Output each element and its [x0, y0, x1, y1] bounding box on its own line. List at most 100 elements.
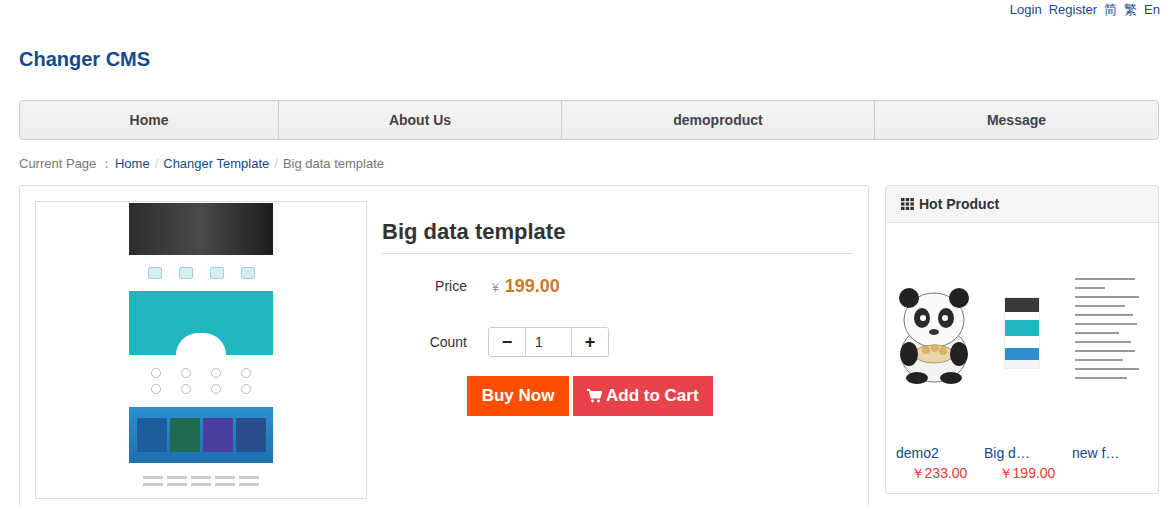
- hot-product-header: Hot Product: [886, 186, 1158, 223]
- buy-now-button[interactable]: Buy Now: [467, 376, 569, 416]
- screenshot-dot: [211, 368, 221, 378]
- screenshot-box: [179, 267, 193, 279]
- screenshot-dot: [151, 368, 161, 378]
- price-row: Price ¥199.00: [382, 269, 853, 303]
- hot-product-item[interactable]: new f…: [1066, 223, 1154, 483]
- screenshot-banner: [129, 203, 273, 255]
- screenshot-line: [167, 476, 187, 479]
- site-title[interactable]: Changer CMS: [19, 45, 1159, 73]
- product-thumbnail: [1066, 223, 1154, 443]
- document-line: [1075, 341, 1131, 343]
- screenshot-line: [215, 483, 235, 486]
- top-link[interactable]: Login: [1010, 0, 1042, 20]
- document-line: [1075, 287, 1105, 289]
- count-row: Count−+: [382, 327, 853, 357]
- screenshot-line: [191, 476, 211, 479]
- nav-item[interactable]: Home: [20, 101, 279, 139]
- hot-product-item[interactable]: demo2￥233.00: [890, 223, 978, 483]
- document-line: [1075, 296, 1139, 298]
- product-info: Big data templatePrice¥199.00Count−+Buy …: [382, 201, 853, 507]
- screenshot-footer: [129, 463, 273, 499]
- breadcrumb-item: Big data template: [283, 154, 384, 174]
- nav-item[interactable]: demoproduct: [562, 101, 875, 139]
- document-line: [1075, 368, 1139, 370]
- screenshot-card: [236, 418, 266, 452]
- document-line: [1075, 305, 1125, 307]
- breadcrumb-separator: /: [269, 154, 283, 174]
- document-line: [1075, 350, 1135, 352]
- screenshot-icons: [129, 355, 273, 407]
- screenshot-blue: [129, 407, 273, 463]
- breadcrumb-item[interactable]: Home: [115, 154, 150, 174]
- document-line: [1075, 377, 1127, 379]
- hot-product-name[interactable]: Big d…: [978, 443, 1066, 463]
- hot-product-list: demo2￥233.00Big d…￥199.00new f…: [886, 223, 1158, 493]
- screenshot-card: [137, 418, 167, 452]
- screenshot-icons: [129, 255, 273, 291]
- hot-product-name[interactable]: new f…: [1066, 443, 1154, 463]
- screenshot-dot: [241, 384, 251, 394]
- thumb-teal: [1005, 320, 1039, 336]
- screenshot-line: [191, 483, 211, 486]
- top-link[interactable]: 繁: [1124, 0, 1137, 20]
- hot-product-item[interactable]: Big d…￥199.00: [978, 223, 1066, 483]
- top-links: Login Register 简繁 En: [0, 0, 1174, 20]
- product-title: Big data template: [382, 201, 853, 254]
- top-link[interactable]: 简: [1104, 0, 1117, 20]
- thumb-white: [1005, 336, 1039, 348]
- minus-button[interactable]: −: [489, 328, 525, 356]
- thumb-white: [1005, 312, 1039, 320]
- screenshot-box: [148, 267, 162, 279]
- currency-sign: ¥: [492, 279, 499, 297]
- action-buttons: Buy Now Add to Cart: [382, 376, 853, 416]
- content-row: Big data templatePrice¥199.00Count−+Buy …: [19, 185, 1159, 507]
- hot-product-price: ￥199.00: [978, 463, 1066, 483]
- screenshot-cloud: [176, 333, 226, 355]
- panda-icon: [893, 282, 975, 384]
- hot-product-name[interactable]: demo2: [890, 443, 978, 463]
- page-container: Changer CMSHomeAbout UsdemoproductMessag…: [19, 45, 1159, 507]
- screenshot-line: [239, 476, 259, 479]
- screenshot-card: [203, 418, 233, 452]
- nav-item[interactable]: About Us: [279, 101, 562, 139]
- document-line: [1075, 314, 1133, 316]
- screenshot-dot: [181, 368, 191, 378]
- screenshot-line: [215, 476, 235, 479]
- breadcrumb-label: Current Page ：: [19, 154, 113, 174]
- hot-product-title: Hot Product: [919, 194, 999, 215]
- thumb-footer: [1005, 360, 1039, 368]
- breadcrumb-item[interactable]: Changer Template: [163, 154, 269, 174]
- screenshot-box: [241, 267, 255, 279]
- hot-product-price: ￥233.00: [890, 463, 978, 483]
- product-image: [35, 201, 367, 499]
- screenshot-card: [170, 418, 200, 452]
- price-value: ¥199.00: [492, 273, 560, 300]
- count-input[interactable]: [525, 328, 572, 356]
- document-line: [1075, 323, 1137, 325]
- screenshot-box: [210, 267, 224, 279]
- screenshot-line: [167, 483, 187, 486]
- breadcrumb: Current Page ：Home/Changer Template/Big …: [19, 154, 1159, 174]
- cart-icon: [587, 389, 602, 403]
- screenshot-dot: [211, 384, 221, 394]
- document-line: [1075, 278, 1135, 280]
- add-to-cart-label: Add to Cart: [606, 383, 699, 409]
- price: 199.00: [505, 273, 560, 300]
- webpage-thumbnail: [1004, 297, 1040, 369]
- hot-product-panel: Hot Product demo2￥233.00Big d…￥199.00new …: [885, 185, 1159, 494]
- grid-icon: [901, 198, 914, 210]
- document-line: [1075, 359, 1123, 361]
- top-link[interactable]: En: [1144, 0, 1160, 20]
- thumb-blue: [1005, 348, 1039, 360]
- document-thumbnail: [1075, 274, 1145, 392]
- product-screenshot: [129, 203, 273, 499]
- price-label: Price: [382, 276, 467, 297]
- plus-button[interactable]: +: [572, 328, 608, 356]
- nav-item[interactable]: Message: [875, 101, 1158, 139]
- document-line: [1075, 332, 1119, 334]
- top-link[interactable]: Register: [1049, 0, 1097, 20]
- screenshot-dot: [151, 384, 161, 394]
- thumb-header: [1005, 298, 1039, 312]
- add-to-cart-button[interactable]: Add to Cart: [573, 376, 713, 416]
